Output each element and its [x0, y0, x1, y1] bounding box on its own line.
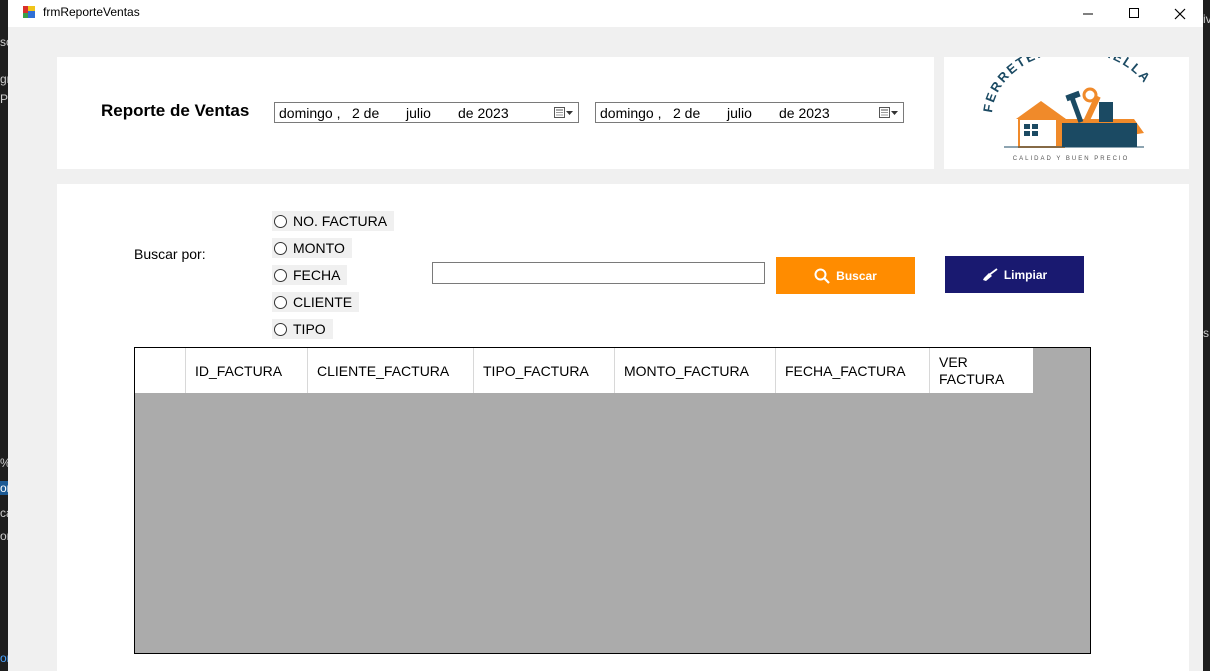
calendar-dropdown-icon[interactable]	[879, 106, 899, 120]
logo-brand-text: FERRETERÍA ESTRELLA	[980, 40, 1152, 114]
search-input[interactable]	[432, 262, 765, 284]
date-from-month: julio	[406, 105, 431, 121]
window-title: frmReporteVentas	[43, 5, 140, 19]
logo-tagline: CALIDAD Y BUEN PRECIO	[1013, 156, 1129, 162]
radio-fecha[interactable]: FECHA	[272, 265, 348, 285]
title-bar: frmReporteVentas	[8, 0, 1203, 27]
broom-icon	[982, 267, 998, 281]
date-to-weekday: domingo ,	[600, 105, 662, 121]
maximize-button[interactable]	[1111, 0, 1157, 27]
svg-text:FERRETERÍA ESTRELLA: FERRETERÍA ESTRELLA	[980, 57, 1154, 113]
radio-label: FECHA	[293, 267, 341, 283]
maximize-icon	[1128, 8, 1139, 18]
radio-circle	[274, 268, 287, 282]
app-icon	[23, 6, 35, 18]
ferreteria-logo: FERRETERÍA ESTRELLA CALIDAD Y BUEN PRECI…	[980, 40, 1154, 162]
row-header-corner	[135, 348, 186, 393]
header-panel: Reporte de Ventas domingo , 2 de julio d…	[57, 57, 934, 169]
radio-tipo[interactable]: TIPO	[272, 319, 333, 339]
radio-circle	[274, 241, 287, 255]
background-text: iv	[1203, 12, 1210, 26]
date-to-month: julio	[727, 105, 752, 121]
search-by-label: Buscar por:	[134, 246, 206, 262]
radio-circle	[274, 214, 287, 228]
column-header-monto-factura[interactable]: MONTO_FACTURA	[615, 348, 776, 393]
search-icon	[814, 268, 830, 284]
radio-no-factura[interactable]: NO. FACTURA	[272, 211, 395, 231]
radio-label: NO. FACTURA	[293, 213, 388, 229]
radio-label: TIPO	[293, 321, 326, 337]
invoices-grid[interactable]: ID_FACTURA CLIENTE_FACTURA TIPO_FACTURA …	[134, 347, 1091, 654]
close-icon	[1174, 8, 1186, 19]
date-from-picker[interactable]: domingo , 2 de julio de 2023	[274, 102, 579, 123]
column-header-id-factura[interactable]: ID_FACTURA	[186, 348, 308, 393]
column-header-cliente-factura[interactable]: CLIENTE_FACTURA	[308, 348, 474, 393]
clear-button-label: Limpiar	[1003, 267, 1048, 282]
date-to-year: de 2023	[779, 105, 830, 121]
radio-label: MONTO	[293, 240, 345, 256]
column-header-ver-factura[interactable]: VER FACTURA	[930, 348, 1033, 393]
report-window: frmReporteVentas Reporte de Ventas domin…	[8, 0, 1203, 671]
radio-monto[interactable]: MONTO	[272, 238, 352, 258]
date-to-day: 2 de	[673, 105, 701, 121]
radio-cliente[interactable]: CLIENTE	[272, 292, 360, 312]
page-title: Reporte de Ventas	[101, 101, 250, 120]
date-from-day: 2 de	[352, 105, 380, 121]
radio-circle	[274, 322, 287, 336]
search-button-label: Buscar	[836, 268, 877, 283]
date-from-year: de 2023	[458, 105, 509, 121]
column-header-tipo-factura[interactable]: TIPO_FACTURA	[474, 348, 615, 393]
minimize-button[interactable]	[1065, 0, 1111, 27]
grid-header: ID_FACTURA CLIENTE_FACTURA TIPO_FACTURA …	[135, 348, 1033, 393]
search-button[interactable]: Buscar	[776, 257, 915, 294]
column-header-fecha-factura[interactable]: FECHA_FACTURA	[776, 348, 930, 393]
date-to-picker[interactable]: domingo , 2 de julio de 2023	[595, 102, 904, 123]
radio-circle	[274, 295, 287, 309]
date-from-weekday: domingo ,	[279, 105, 341, 121]
clear-button[interactable]: Limpiar	[945, 256, 1084, 293]
radio-label: CLIENTE	[293, 294, 353, 310]
background-text: s	[1203, 326, 1209, 340]
minimize-icon	[1082, 13, 1093, 15]
calendar-dropdown-icon[interactable]	[554, 106, 574, 120]
close-button[interactable]	[1157, 0, 1203, 27]
logo-panel: FERRETERÍA ESTRELLA CALIDAD Y BUEN PRECI…	[944, 40, 1189, 169]
